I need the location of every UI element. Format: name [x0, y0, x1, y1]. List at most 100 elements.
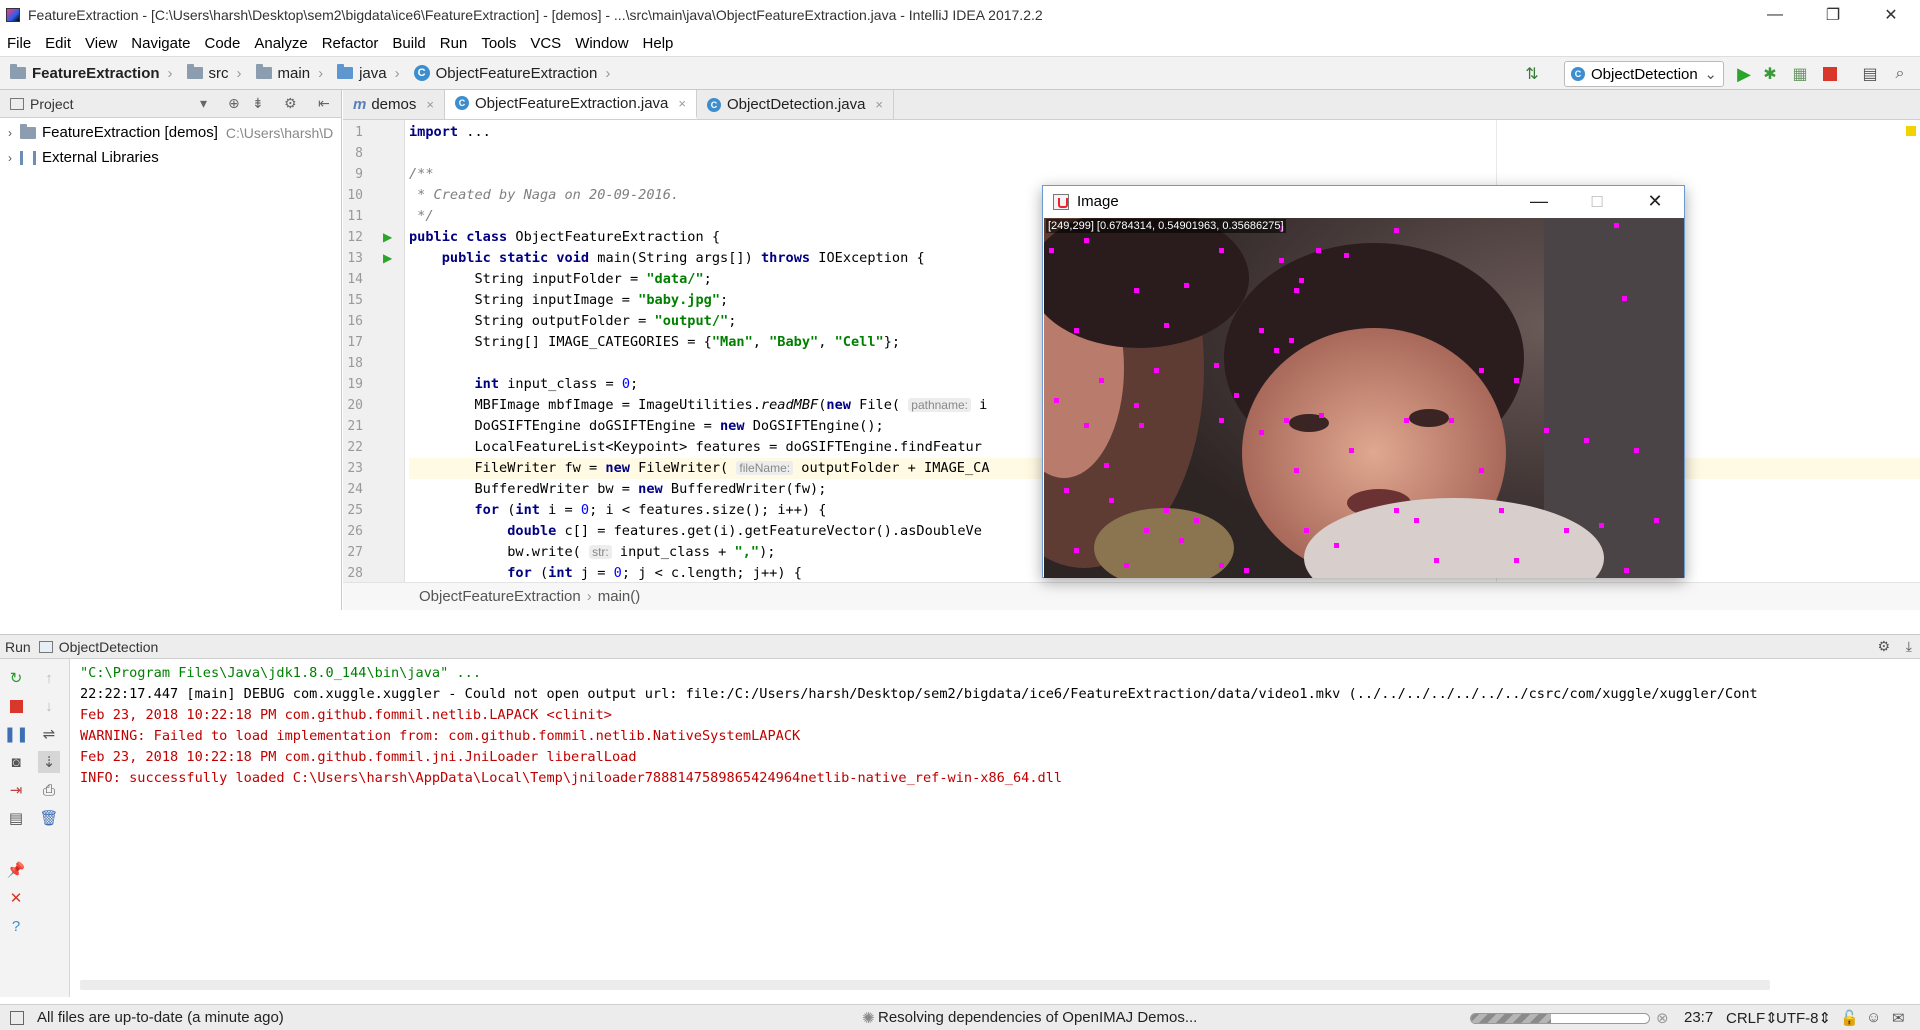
tree-item-project[interactable]: › FeatureExtraction [demos] C:\Users\har…	[0, 120, 341, 145]
code-line[interactable]: String inputFolder = "data/";	[409, 269, 711, 290]
menu-file[interactable]: File	[0, 35, 38, 52]
code-line[interactable]: public class ObjectFeatureExtraction {	[409, 227, 720, 248]
crumb-class[interactable]: C ObjectFeatureExtraction ›	[404, 65, 615, 82]
menu-code[interactable]: Code	[197, 35, 247, 52]
crumb-java[interactable]: java ›	[327, 64, 404, 82]
run-gutter-icon[interactable]: ▶	[383, 251, 392, 265]
minimize-button[interactable]: —	[1510, 186, 1568, 217]
arrow-up-icon[interactable]: ↑	[38, 667, 60, 689]
code-line[interactable]: */	[409, 206, 433, 227]
gear-icon[interactable]: ⚙	[284, 95, 297, 112]
file-encoding[interactable]: UTF-8⇕	[1776, 1009, 1831, 1027]
breadcrumb-class[interactable]: ObjectFeatureExtraction	[419, 588, 581, 605]
menu-edit[interactable]: Edit	[38, 35, 78, 52]
collapse-icon[interactable]: ⇟	[252, 95, 264, 112]
pause-icon[interactable]: ❚❚	[3, 723, 28, 745]
menu-vcs[interactable]: VCS	[523, 35, 568, 52]
code-line[interactable]: String outputFolder = "output/";	[409, 311, 736, 332]
rerun-icon[interactable]: ↻	[5, 667, 27, 689]
code-line[interactable]: int input_class = 0;	[409, 374, 638, 395]
menu-navigate[interactable]: Navigate	[124, 35, 197, 52]
debug-icon[interactable]: ✱	[1760, 64, 1780, 84]
tab-object-feature-extraction[interactable]: C ObjectFeatureExtraction.java ×	[444, 90, 697, 119]
close-icon[interactable]: ×	[678, 96, 686, 111]
arrow-down-icon[interactable]: ↓	[38, 695, 60, 717]
console-output[interactable]: "C:\Program Files\Java\jdk1.8.0_144\bin\…	[80, 663, 1920, 963]
run-tab[interactable]: ObjectDetection	[59, 639, 159, 655]
lock-icon[interactable]: 🔓	[1840, 1009, 1859, 1027]
code-line[interactable]: BufferedWriter bw = new BufferedWriter(f…	[409, 479, 826, 500]
soft-wrap-icon[interactable]: ⇌	[38, 723, 60, 745]
hide-panel-icon[interactable]: ⤓	[1906, 638, 1912, 655]
code-line[interactable]: for (int j = 0; j < c.length; j++) {	[409, 563, 802, 582]
exit-icon[interactable]: ⇥	[5, 779, 27, 801]
menu-refactor[interactable]: Refactor	[315, 35, 386, 52]
console-horizontal-scrollbar[interactable]	[80, 980, 1770, 990]
code-line[interactable]: String[] IMAGE_CATEGORIES = {"Man", "Bab…	[409, 332, 900, 353]
scroll-to-end-icon[interactable]: ⇣	[38, 751, 60, 773]
print-icon[interactable]: ⎙	[38, 779, 60, 801]
caret-position[interactable]: 23:7	[1684, 1009, 1713, 1026]
restore-button[interactable]: ❐	[1804, 0, 1862, 30]
code-line[interactable]: FileWriter fw = new FileWriter( fileName…	[409, 458, 989, 479]
gear-icon[interactable]: ⚙	[1877, 638, 1890, 655]
tree-item-external-libraries[interactable]: › External Libraries	[0, 145, 341, 170]
close-icon[interactable]: ×	[426, 97, 434, 112]
run-gutter-icon[interactable]: ▶	[383, 230, 392, 244]
tab-demos[interactable]: m demos ×	[343, 90, 445, 119]
menu-analyze[interactable]: Analyze	[247, 35, 314, 52]
code-line[interactable]: public static void main(String args[]) t…	[409, 248, 925, 269]
crumb-src[interactable]: src ›	[177, 64, 246, 82]
stop-icon[interactable]	[1823, 67, 1837, 81]
code-line[interactable]: DoGSIFTEngine doGSIFTEngine = new DoGSIF…	[409, 416, 883, 437]
code-line[interactable]: import ...	[409, 122, 491, 143]
camera-icon[interactable]: ◙	[5, 751, 27, 773]
hector-icon[interactable]: ☺	[1866, 1009, 1881, 1026]
menu-tools[interactable]: Tools	[474, 35, 523, 52]
code-line[interactable]: LocalFeatureList<Keypoint> features = do…	[409, 437, 981, 458]
chevron-down-icon[interactable]: ▾	[200, 95, 207, 112]
stop-icon[interactable]	[9, 699, 23, 713]
project-view-selector[interactable]: Project	[30, 96, 74, 112]
chevron-right-icon[interactable]: ›	[0, 126, 20, 140]
run-config-select[interactable]: C ObjectDetection ⌄	[1564, 61, 1724, 87]
code-line[interactable]: double c[] = features.get(i).getFeatureV…	[409, 521, 982, 542]
line-separator[interactable]: CRLF⇕	[1726, 1009, 1778, 1027]
pin-icon[interactable]: 📌	[5, 859, 27, 881]
close-button[interactable]: ✕	[1862, 0, 1920, 30]
close-icon[interactable]: ×	[875, 97, 883, 112]
search-icon[interactable]: ⌕	[1890, 64, 1910, 84]
menu-help[interactable]: Help	[636, 35, 681, 52]
chevron-right-icon[interactable]: ›	[0, 151, 20, 165]
code-line[interactable]: for (int i = 0; i < features.size(); i++…	[409, 500, 826, 521]
menu-run[interactable]: Run	[433, 35, 475, 52]
tab-object-detection[interactable]: C ObjectDetection.java ×	[697, 90, 894, 119]
tool-windows-icon[interactable]	[10, 1011, 24, 1025]
breadcrumb-method[interactable]: main()	[598, 588, 641, 605]
layout-icon[interactable]: ▤	[5, 807, 27, 829]
close-button[interactable]: ✕	[1626, 186, 1684, 217]
coverage-icon[interactable]: ▦	[1790, 64, 1810, 84]
menu-view[interactable]: View	[78, 35, 124, 52]
code-line[interactable]: * Created by Naga on 20-09-2016.	[409, 185, 679, 206]
maximize-button[interactable]: ☐	[1568, 186, 1626, 217]
crumb-main[interactable]: main ›	[246, 64, 328, 82]
event-log-icon[interactable]: ✉	[1892, 1009, 1905, 1027]
code-line[interactable]: /**	[409, 164, 434, 185]
menu-window[interactable]: Window	[568, 35, 635, 52]
trash-icon[interactable]: 🗑	[38, 807, 60, 829]
locate-icon[interactable]: ⊕	[228, 95, 240, 112]
code-line[interactable]: bw.write( str: input_class + ",");	[409, 542, 775, 563]
image-window[interactable]: Image — ☐ ✕ [249,299] [0.6784314, 0.5490…	[1042, 185, 1685, 578]
hide-panel-icon[interactable]: ⇤	[318, 95, 330, 112]
background-progress-bar[interactable]	[1470, 1013, 1650, 1024]
project-structure-icon[interactable]: ▤	[1860, 64, 1880, 84]
menu-build[interactable]: Build	[385, 35, 432, 52]
inspection-status-icon[interactable]	[1906, 126, 1916, 136]
crumb-project[interactable]: FeatureExtraction ›	[0, 64, 177, 82]
code-line[interactable]: String inputImage = "baby.jpg";	[409, 290, 728, 311]
close-icon[interactable]: ✕	[5, 887, 27, 909]
help-icon[interactable]: ?	[5, 915, 27, 937]
run-icon[interactable]: ▶	[1734, 64, 1754, 84]
code-line[interactable]: MBFImage mbfImage = ImageUtilities.readM…	[409, 395, 987, 416]
